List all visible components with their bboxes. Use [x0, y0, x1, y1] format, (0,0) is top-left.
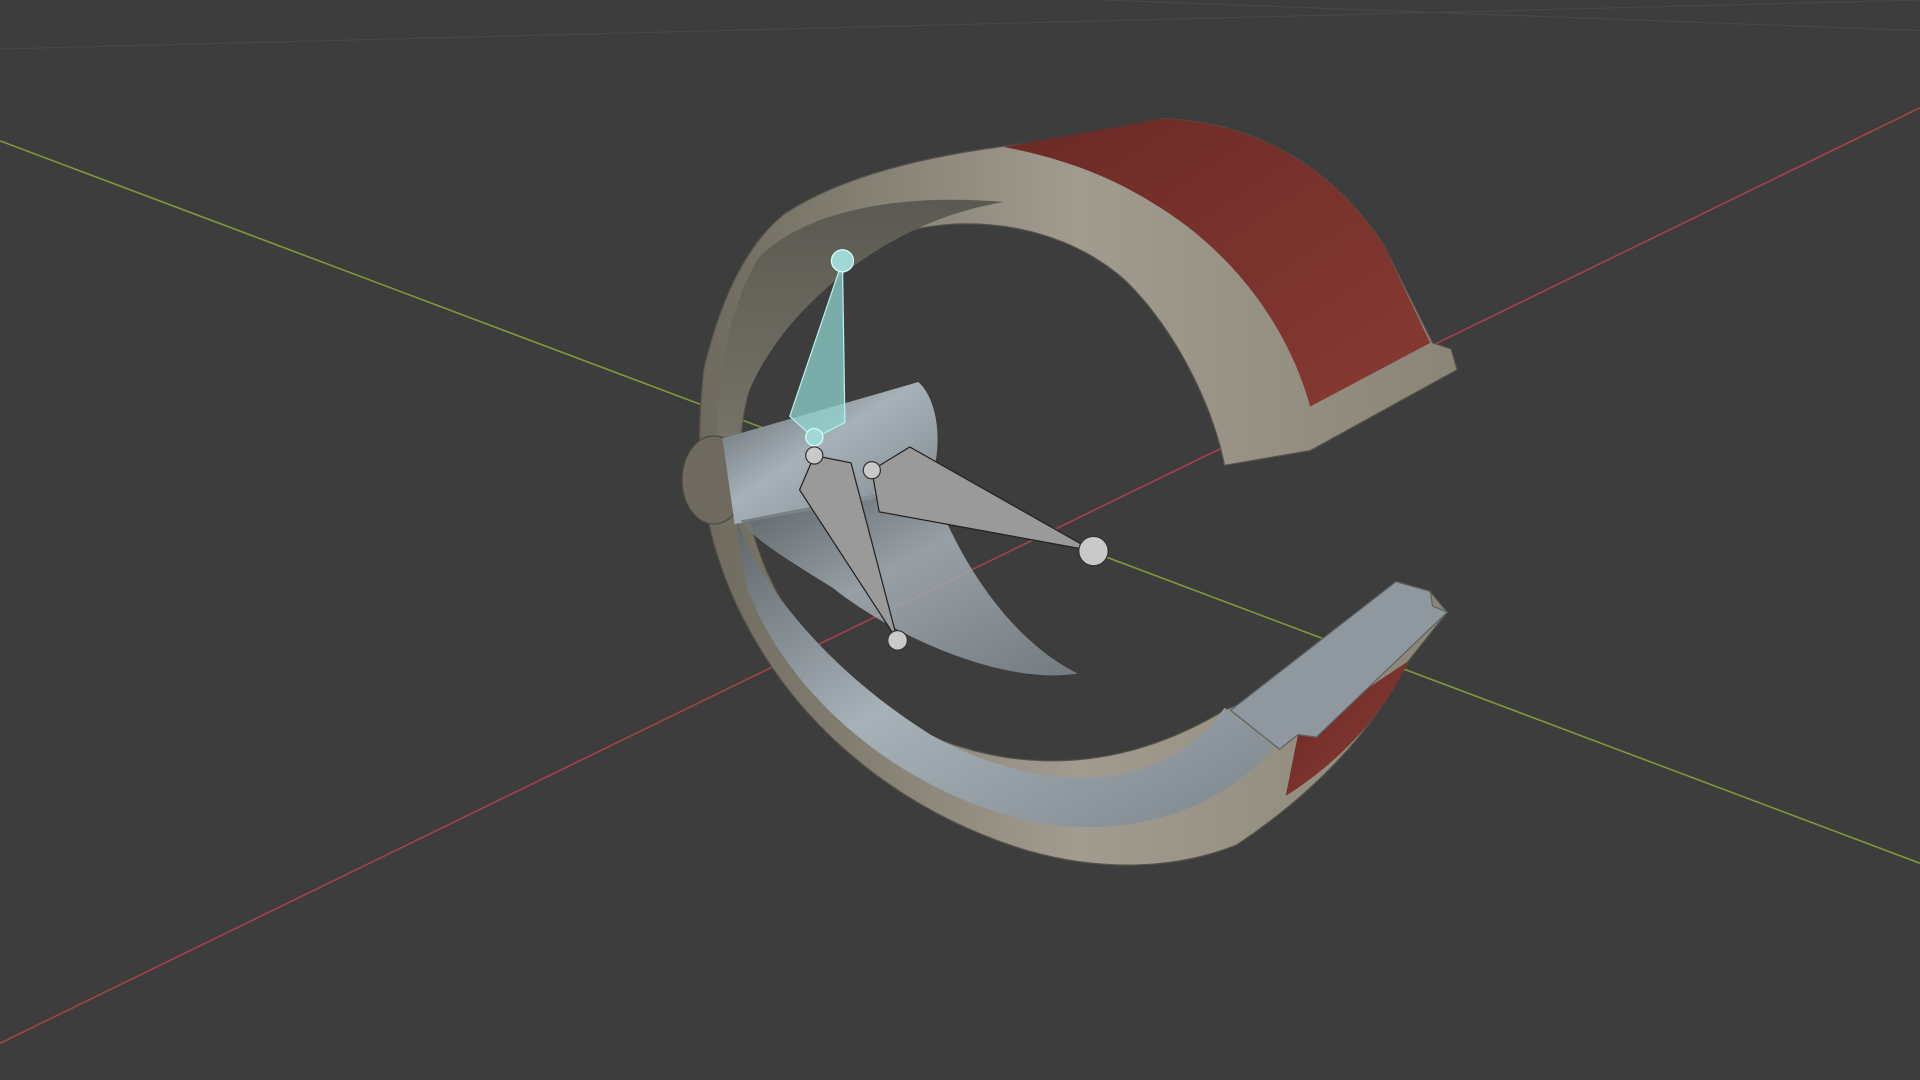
3d-viewport[interactable] — [0, 0, 1920, 1080]
bone-selected-head-joint[interactable] — [805, 427, 824, 447]
bone-selected-tail-joint[interactable] — [830, 249, 855, 273]
bone-lower-head-joint[interactable] — [805, 446, 824, 465]
viewport-canvas[interactable] — [0, 0, 1920, 1080]
bone-lower-tail-joint[interactable] — [887, 630, 908, 651]
bone-right-head-joint[interactable] — [862, 461, 882, 480]
bone-right-tail-joint[interactable] — [1078, 535, 1109, 567]
